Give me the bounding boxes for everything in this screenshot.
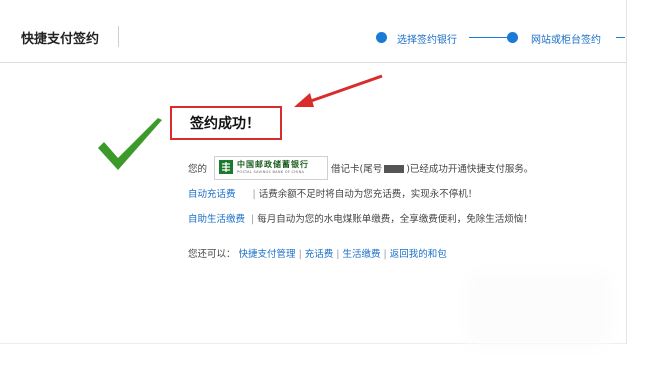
more-actions: 您还可以： 快捷支付管理 | 充话费 | 生活缴费 | 返回我的和包	[188, 249, 447, 260]
masked-card-number	[384, 165, 405, 173]
bank-name: 中国邮政储蓄银行	[237, 160, 309, 169]
bank-prefix: 您的	[188, 164, 208, 175]
page-title: 快捷支付签约	[21, 32, 100, 47]
step-1-label: 选择签约银行	[397, 35, 457, 46]
card-status-text: 借记卡(尾号 )已经成功开通快捷支付服务。	[331, 161, 533, 175]
blurred-area	[476, 282, 602, 338]
more-label: 您还可以：	[188, 249, 236, 260]
success-message-box: 签约成功！	[170, 106, 282, 140]
divider: |	[251, 214, 255, 225]
title-divider	[118, 26, 119, 47]
recharge-link[interactable]: 充话费	[305, 249, 334, 260]
red-arrow-icon	[294, 74, 383, 107]
success-title: 签约成功！	[190, 116, 260, 132]
quickpay-manage-link[interactable]: 快捷支付管理	[239, 249, 296, 260]
life-payment-link[interactable]: 生活缴费	[342, 249, 380, 260]
postal-bank-logo-icon	[219, 160, 233, 174]
card-text-pre: 借记卡(尾号	[331, 164, 383, 175]
step-dot-icon	[376, 32, 387, 43]
step-2-label: 网站或柜台签约	[531, 35, 601, 46]
bank-name-en: POSTAL SAVINGS BANK OF CHINA	[237, 170, 305, 174]
self-payment-link[interactable]: 自助生活缴费	[188, 214, 245, 225]
card-text-post: )已经成功开通快捷支付服务。	[406, 164, 534, 175]
service-row: 自助生活缴费 | 每月自动为您的水电煤账单缴费，全享缴费便利，免除生活烦恼！	[188, 211, 533, 225]
step-dot-icon	[507, 32, 518, 43]
main-panel: 快捷支付签约 选择签约银行 网站或柜台签约 签约成功！ 您的 中国邮政储蓄银行 …	[0, 0, 627, 344]
back-to-wallet-link[interactable]: 返回我的和包	[390, 249, 447, 260]
service-row: 自动充话费 | 话费余额不足时将自动为您充话费，实现永不停机！	[188, 186, 477, 200]
divider: |	[252, 189, 256, 200]
step-connector	[616, 37, 625, 38]
service-desc: 话费余额不足时将自动为您充话费，实现永不停机！	[258, 189, 478, 200]
auto-recharge-link[interactable]: 自动充话费	[188, 189, 236, 200]
bank-badge: 中国邮政储蓄银行 POSTAL SAVINGS BANK OF CHINA	[214, 156, 328, 180]
success-check-icon	[98, 118, 162, 170]
page-header: 快捷支付签约 选择签约银行 网站或柜台签约	[0, 0, 626, 63]
step-connector	[469, 37, 507, 38]
service-desc: 每月自动为您的水电煤账单缴费，全享缴费便利，免除生活烦恼！	[257, 214, 533, 225]
